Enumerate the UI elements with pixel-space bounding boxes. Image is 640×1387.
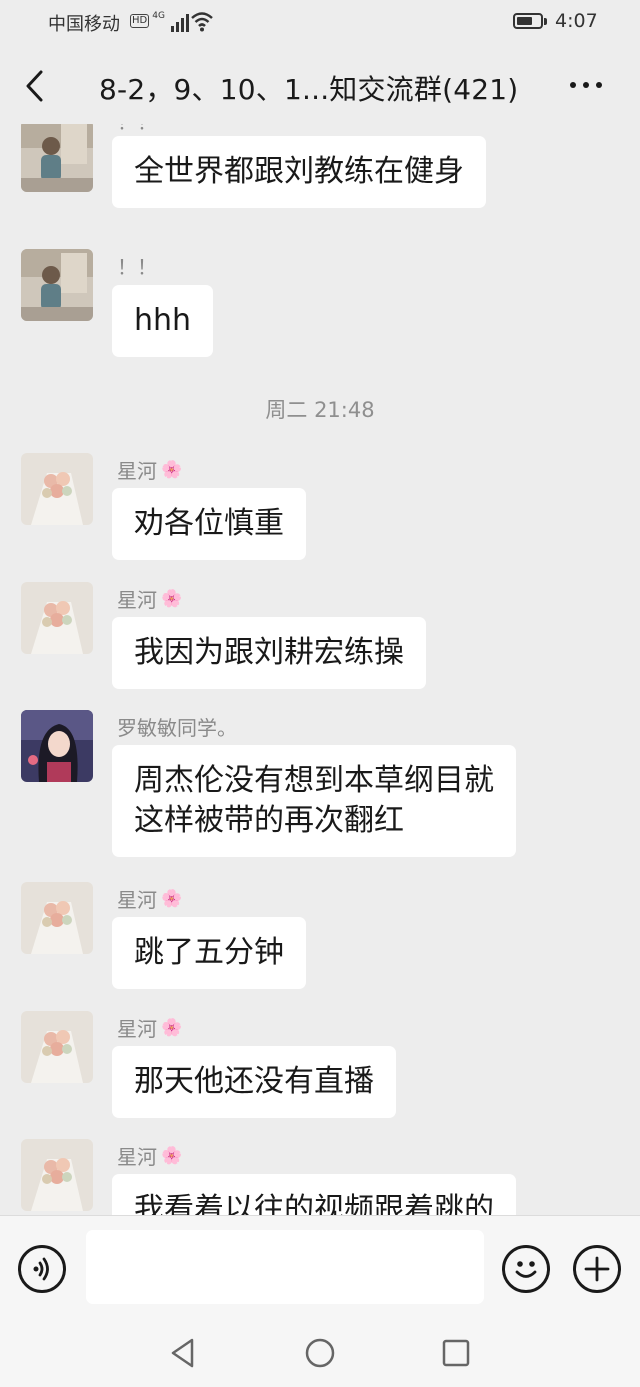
flower-emoji-icon: 🌸 — [161, 1017, 183, 1038]
message-line: 这样被带的再次翻红 — [134, 803, 404, 838]
chevron-left-icon[interactable] — [20, 68, 50, 104]
message-bubble[interactable]: 周杰伦没有想到本草纲目就 这样被带的再次翻红 — [112, 745, 516, 857]
emoji-icon[interactable] — [502, 1245, 550, 1293]
chat-header: 8-2，9、10、1...知交流群(421) — [0, 48, 640, 124]
anime-girl-avatar[interactable] — [21, 710, 93, 782]
input-bar — [0, 1215, 640, 1323]
message-bubble[interactable]: 我看着以往的视频跟着跳的 — [112, 1174, 516, 1215]
bouquet-avatar[interactable] — [21, 453, 93, 525]
message-bubble[interactable]: 劝各位慎重 — [112, 488, 306, 560]
nav-home-circle-icon[interactable] — [304, 1337, 336, 1369]
message-item: ！！ hhh — [0, 249, 640, 359]
system-nav-bar — [0, 1323, 640, 1387]
photo-avatar[interactable] — [21, 249, 93, 321]
bouquet-avatar[interactable] — [21, 882, 93, 954]
message-bubble[interactable]: hhh — [112, 285, 214, 357]
message-item: 星河 🌸 我因为跟刘耕宏练操 — [0, 582, 640, 692]
nav-recents-square-icon[interactable] — [441, 1338, 471, 1368]
sender-name: ！！ — [117, 255, 157, 279]
message-item: 星河 🌸 我看着以往的视频跟着跳的 — [0, 1139, 640, 1215]
message-bubble[interactable]: 跳了五分钟 — [112, 917, 306, 989]
message-item: 罗敏敏同学。 周杰伦没有想到本草纲目就 这样被带的再次翻红 — [0, 710, 640, 870]
photo-avatar[interactable] — [21, 124, 93, 192]
message-bubble[interactable]: 我因为跟刘耕宏练操 — [112, 617, 426, 689]
battery-icon — [513, 13, 547, 29]
bouquet-avatar[interactable] — [21, 1139, 93, 1211]
nav-back-triangle-icon[interactable] — [168, 1337, 198, 1369]
chat-title: 8-2，9、10、1...知交流群(421) — [99, 73, 519, 106]
sender-name: 罗敏敏同学。 — [117, 716, 237, 740]
wifi-icon — [191, 12, 213, 32]
message-item: ！！ 全世界都跟刘教练在健身 — [0, 124, 640, 234]
flower-emoji-icon: 🌸 — [161, 459, 183, 480]
flower-emoji-icon: 🌸 — [161, 588, 183, 609]
signal-indicator: HD 4G — [130, 10, 189, 32]
bouquet-avatar[interactable] — [21, 1011, 93, 1083]
bouquet-avatar[interactable] — [21, 582, 93, 654]
sender-name: 星河 🌸 — [117, 588, 183, 612]
signal-bars-icon — [170, 14, 189, 32]
message-input[interactable] — [86, 1230, 484, 1304]
carrier-label: 中国移动 — [48, 14, 120, 35]
chat-messages[interactable]: ！！ 全世界都跟刘教练在健身 ！！ hhh 周二 21:48 — [0, 124, 640, 1215]
message-line: 周杰伦没有想到本草纲目就 — [134, 763, 494, 798]
network-type: 4G — [152, 11, 165, 21]
more-dots-icon[interactable] — [570, 82, 602, 88]
plus-icon[interactable] — [573, 1245, 621, 1293]
message-bubble[interactable]: 那天他还没有直播 — [112, 1046, 396, 1118]
flower-emoji-icon: 🌸 — [161, 1145, 183, 1166]
flower-emoji-icon: 🌸 — [161, 888, 183, 909]
voice-icon[interactable] — [18, 1245, 66, 1293]
message-item: 星河 🌸 劝各位慎重 — [0, 453, 640, 563]
sender-name: ！！ — [117, 124, 157, 135]
clock: 4:07 — [555, 10, 598, 32]
sender-name: 星河 🌸 — [117, 1017, 183, 1041]
sender-name: 星河 🌸 — [117, 459, 183, 483]
timestamp-divider: 周二 21:48 — [265, 398, 375, 422]
hd-badge: HD — [130, 14, 150, 28]
sender-name: 星河 🌸 — [117, 888, 183, 912]
message-item: 星河 🌸 跳了五分钟 — [0, 882, 640, 992]
message-item: 星河 🌸 那天他还没有直播 — [0, 1011, 640, 1121]
sender-name: 星河 🌸 — [117, 1145, 183, 1169]
status-bar: 中国移动 HD 4G 4:07 — [0, 0, 640, 44]
message-bubble[interactable]: 全世界都跟刘教练在健身 — [112, 136, 486, 208]
